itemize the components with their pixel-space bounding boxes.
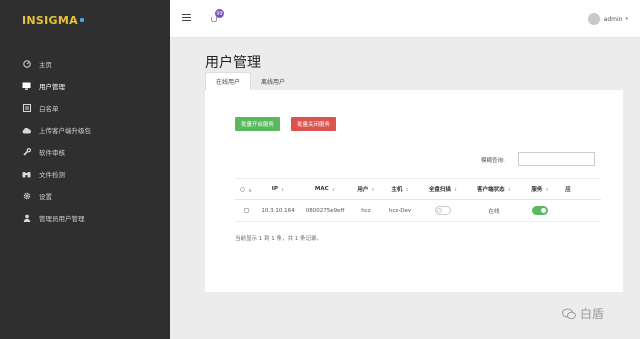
users-table: ▲ IP ⇕ MAC ⇕ 用户 ⇕ 主机 ⇕ 全盘扫描 ⇕ 客户端状态 ⇕ 服务 ⇕ 应 10… (235, 178, 601, 222)
cell-ip: 10.3.10.164 (261, 207, 295, 214)
sidebar-item-label: 白名单 (39, 105, 59, 113)
sidebar-item-software-review[interactable]: 软件审核 (0, 142, 170, 162)
sort-icon: ⇕ (280, 186, 285, 192)
column-header[interactable]: 应 (559, 179, 577, 199)
sort-icon[interactable]: ▲ (248, 187, 251, 192)
toggle-knob (437, 208, 442, 213)
avatar (587, 13, 600, 25)
sidebar-item-file-detection[interactable]: 文件检测 (0, 164, 170, 184)
user-menu[interactable]: admin ▾ (587, 13, 628, 25)
cell-host: hcz-Dev (388, 207, 412, 214)
chevron-down-icon: ▾ (625, 16, 628, 22)
menu-toggle-icon[interactable] (182, 14, 191, 24)
full-scan-toggle[interactable] (435, 206, 451, 215)
sort-icon: ⇕ (545, 186, 549, 192)
table-row: 10.3.10.164 0800275e9eff hcz hcz-Dev 在线 (235, 200, 601, 222)
column-header[interactable]: IP ⇕ (257, 179, 299, 199)
cell-mac: 0800275e9eff (305, 207, 345, 214)
cell-user: hcz (361, 207, 371, 214)
cell-full-scan (419, 200, 467, 221)
column-header[interactable]: 用户 ⇕ (351, 179, 381, 199)
wrench-icon (22, 148, 31, 157)
page-title: 用户管理 (205, 55, 261, 71)
watermark: 白盾 (562, 305, 604, 322)
app-logo[interactable]: INSIGMA (22, 12, 84, 28)
sidebar-item-user-management[interactable]: 用户管理 (0, 76, 170, 96)
column-header[interactable]: 客户端状态 ⇕ (467, 179, 521, 199)
logo-text: INSIGMA (22, 13, 78, 27)
wechat-icon (562, 308, 576, 320)
tab-bar: 在线用户 离线用户 (205, 72, 295, 90)
sidebar-item-label: 设置 (39, 193, 52, 201)
select-all-cell: ▲ (235, 179, 257, 199)
sort-icon: ⇕ (331, 186, 336, 192)
sidebar-item-upload-client-package[interactable]: 上传客户端升级包 (0, 120, 170, 140)
sort-icon: ⇕ (507, 186, 511, 192)
sidebar-item-label: 主页 (39, 61, 52, 69)
tab-online-users[interactable]: 在线用户 (205, 72, 252, 90)
gear-icon (22, 192, 31, 201)
select-all-checkbox[interactable] (240, 186, 246, 192)
sidebar: INSIGMA 主页 用户管理 白名单 上传客户端升级包 软件审核 文件检测 设… (0, 0, 170, 339)
sidebar-item-label: 上传客户端升级包 (39, 127, 91, 135)
top-bar: 99 admin ▾ (170, 0, 640, 38)
gauge-icon (22, 60, 31, 69)
username: admin (603, 15, 623, 23)
service-toggle[interactable] (532, 206, 548, 215)
bell-icon[interactable] (211, 17, 217, 22)
watermark-text: 白盾 (580, 307, 605, 321)
list-icon (22, 104, 31, 113)
sidebar-item-label: 用户管理 (39, 83, 65, 91)
content-panel: 批量开启服务 批量关闭服务 模糊查询: ▲ IP ⇕ MAC ⇕ 用户 ⇕ 主机 ⇕ 全… (205, 90, 623, 292)
column-header[interactable]: MAC ⇕ (299, 179, 351, 199)
sort-icon: ⇕ (453, 186, 458, 192)
cell-extra (559, 200, 577, 221)
pagination-summary: 当前显示 1 到 1 条，共 1 条记录。 (235, 236, 322, 242)
table-header: ▲ IP ⇕ MAC ⇕ 用户 ⇕ 主机 ⇕ 全盘扫描 ⇕ 客户端状态 ⇕ 服务 ⇕ 应 (235, 178, 601, 200)
cell-service (521, 200, 559, 221)
search-input[interactable] (518, 152, 595, 166)
cell-status: 在线 (488, 208, 500, 215)
toggle-knob (541, 208, 546, 213)
sidebar-item-settings[interactable]: 设置 (0, 186, 170, 206)
sidebar-item-label: 软件审核 (39, 149, 65, 157)
column-header[interactable]: 服务 ⇕ (521, 179, 559, 199)
search-label: 模糊查询: (481, 158, 505, 164)
monitor-icon (22, 82, 31, 91)
notification-badge: 99 (215, 9, 224, 18)
sort-icon: ⇕ (371, 186, 375, 192)
sidebar-item-label: 文件检测 (39, 171, 65, 179)
sidebar-item-label: 管理员用户管理 (39, 215, 85, 223)
logo-mark (79, 18, 84, 22)
sidebar-item-admin-users[interactable]: 管理员用户管理 (0, 208, 170, 228)
row-select-cell (235, 200, 257, 221)
column-header[interactable]: 全盘扫描 ⇕ (419, 179, 467, 199)
row-checkbox[interactable] (243, 208, 249, 213)
user-icon (22, 214, 31, 223)
binoculars-icon (22, 170, 31, 179)
batch-disable-button[interactable]: 批量关闭服务 (291, 117, 337, 131)
column-header[interactable]: 主机 ⇕ (381, 179, 419, 199)
sidebar-item-whitelist[interactable]: 白名单 (0, 98, 170, 118)
cloud-upload-icon (22, 126, 31, 135)
tab-offline-users[interactable]: 离线用户 (251, 72, 295, 90)
sidebar-item-home[interactable]: 主页 (0, 54, 170, 74)
sort-icon: ⇕ (405, 186, 409, 192)
batch-enable-button[interactable]: 批量开启服务 (235, 117, 281, 131)
